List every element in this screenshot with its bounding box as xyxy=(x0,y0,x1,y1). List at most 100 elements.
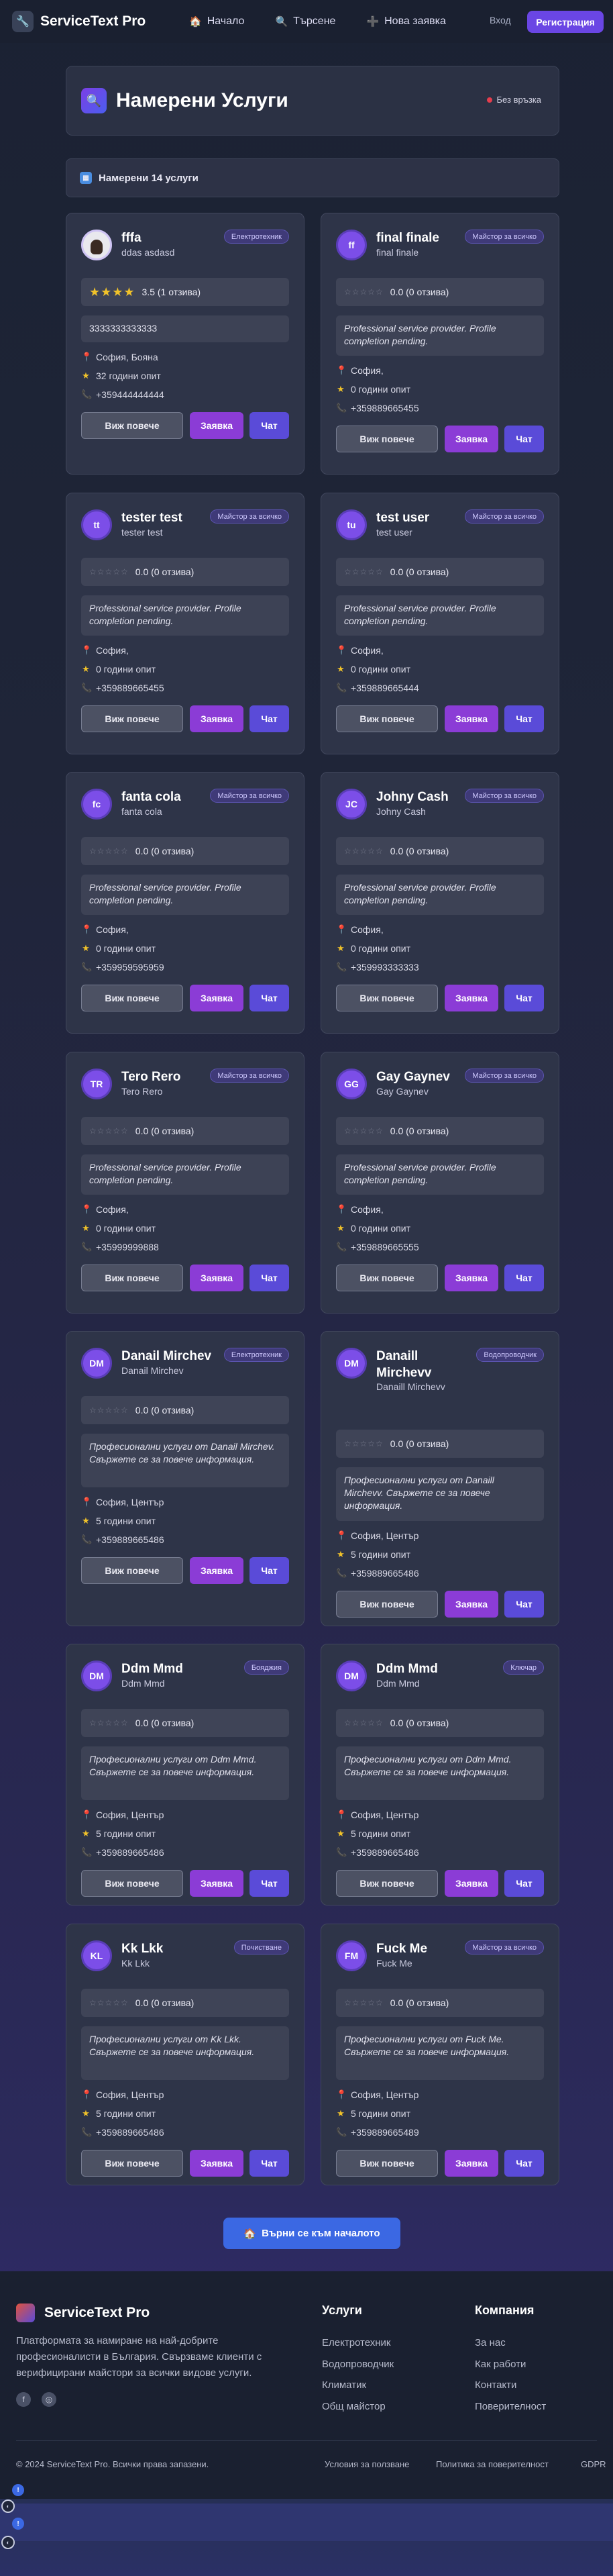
provider-name[interactable]: Tero Rero xyxy=(121,1069,215,1085)
chat-button[interactable]: Чат xyxy=(504,1591,544,1618)
provider-name[interactable]: Fuck Me xyxy=(376,1940,470,1957)
phone-text[interactable]: +359889665455 xyxy=(351,403,419,413)
instagram-icon[interactable]: ◎ xyxy=(42,2392,56,2407)
provider-name[interactable]: fffa xyxy=(121,230,215,246)
request-button[interactable]: Заявка xyxy=(445,1265,498,1291)
chat-button[interactable]: Чат xyxy=(504,1870,544,1897)
notification-badge[interactable]: ! xyxy=(12,2518,24,2530)
chat-button[interactable]: Чат xyxy=(504,2150,544,2177)
view-more-button[interactable]: Виж повече xyxy=(336,1870,438,1897)
chat-button[interactable]: Чат xyxy=(504,426,544,452)
footer-link-company[interactable]: Контакти xyxy=(475,2379,516,2391)
provider-name[interactable]: fanta cola xyxy=(121,789,215,805)
phone-text[interactable]: +359889665555 xyxy=(351,1242,419,1252)
footer-link-service[interactable]: Общ майстор xyxy=(322,2401,386,2412)
request-button[interactable]: Заявка xyxy=(190,985,243,1011)
login-link[interactable]: Вход xyxy=(490,15,511,26)
provider-name[interactable]: Ddm Mmd xyxy=(376,1661,470,1677)
view-more-button[interactable]: Виж повече xyxy=(336,705,438,732)
brand-name[interactable]: ServiceText Pro xyxy=(40,13,146,30)
request-button[interactable]: Заявка xyxy=(445,2150,498,2177)
chat-button[interactable]: Чат xyxy=(249,1557,289,1584)
chat-widget-icon[interactable]: ◐ xyxy=(1,2499,15,2513)
footer-link-privacy[interactable]: Политика за поверителност xyxy=(436,2459,549,2469)
view-more-button[interactable]: Виж повече xyxy=(81,2150,183,2177)
request-button[interactable]: Заявка xyxy=(445,426,498,452)
phone-text[interactable]: +359889665444 xyxy=(351,683,419,693)
chat-button[interactable]: Чат xyxy=(504,985,544,1011)
footer-link-company[interactable]: Как работи xyxy=(475,2359,526,2370)
phone-text[interactable]: +359889665486 xyxy=(96,1847,164,1858)
rating-stars-icon: ☆☆☆☆☆ xyxy=(344,1439,384,1448)
provider-name[interactable]: Danail Mirchev xyxy=(121,1348,215,1365)
request-button[interactable]: Заявка xyxy=(190,412,243,439)
request-button[interactable]: Заявка xyxy=(190,1265,243,1291)
view-more-button[interactable]: Виж повече xyxy=(81,985,183,1011)
footer-link-gdpr[interactable]: GDPR xyxy=(581,2459,606,2469)
star-icon: ★ xyxy=(337,943,345,953)
provider-name[interactable]: Kk Lkk xyxy=(121,1940,215,1957)
view-more-button[interactable]: Виж повече xyxy=(336,1265,438,1291)
view-more-button[interactable]: Виж повече xyxy=(336,2150,438,2177)
phone-text[interactable]: +359889665486 xyxy=(96,1534,164,1545)
chat-button[interactable]: Чат xyxy=(249,705,289,732)
view-more-button[interactable]: Виж повече xyxy=(336,1591,438,1618)
back-to-home-button[interactable]: 🏠 Върни се към началото xyxy=(223,2218,400,2249)
chat-button[interactable]: Чат xyxy=(249,1870,289,1897)
phone-text[interactable]: +359889665489 xyxy=(351,2127,419,2138)
phone-text[interactable]: +359959595959 xyxy=(96,962,164,973)
phone-text[interactable]: +359889665486 xyxy=(351,1847,419,1858)
view-more-button[interactable]: Виж повече xyxy=(336,426,438,452)
view-more-button[interactable]: Виж повече xyxy=(81,412,183,439)
provider-name[interactable]: test user xyxy=(376,509,470,526)
footer-link-company[interactable]: Поверителност xyxy=(475,2401,546,2412)
nav-link-search[interactable]: 🔍 Търсене xyxy=(275,15,335,28)
request-button[interactable]: Заявка xyxy=(190,1870,243,1897)
footer-link-company[interactable]: За нас xyxy=(475,2337,506,2348)
phone-icon: 📞 xyxy=(336,1568,347,1578)
category-badge: Майстор за всичко xyxy=(210,509,289,524)
footer-link-service[interactable]: Климатик xyxy=(322,2379,366,2391)
request-button[interactable]: Заявка xyxy=(445,985,498,1011)
chat-button[interactable]: Чат xyxy=(504,705,544,732)
chat-button[interactable]: Чат xyxy=(504,1265,544,1291)
location-text: София, xyxy=(96,645,129,656)
request-button[interactable]: Заявка xyxy=(190,2150,243,2177)
view-more-button[interactable]: Виж повече xyxy=(81,1265,183,1291)
chat-button[interactable]: Чат xyxy=(249,1265,289,1291)
facebook-icon[interactable]: f xyxy=(16,2392,31,2407)
phone-text[interactable]: +359889665486 xyxy=(351,1568,419,1579)
view-more-button[interactable]: Виж повече xyxy=(81,1557,183,1584)
phone-text[interactable]: +359993333333 xyxy=(351,962,419,973)
provider-name[interactable]: Gay Gaynev xyxy=(376,1069,470,1085)
chat-button[interactable]: Чат xyxy=(249,985,289,1011)
provider-name[interactable]: Johny Cash xyxy=(376,789,470,805)
brand-logo-icon[interactable]: 🔧 xyxy=(12,11,34,32)
nav-link-home[interactable]: 🏠 Начало xyxy=(189,15,244,28)
provider-name[interactable]: Ddm Mmd xyxy=(121,1661,215,1677)
phone-text[interactable]: +359444444444 xyxy=(96,389,164,400)
view-more-button[interactable]: Виж повече xyxy=(81,1870,183,1897)
request-button[interactable]: Заявка xyxy=(190,1557,243,1584)
provider-name[interactable]: Danaill Mirchevv xyxy=(376,1348,470,1381)
request-button[interactable]: Заявка xyxy=(445,1870,498,1897)
footer-link-service[interactable]: Електротехник xyxy=(322,2337,391,2348)
request-button[interactable]: Заявка xyxy=(190,705,243,732)
accessibility-icon[interactable]: ◐ xyxy=(1,2536,15,2549)
register-button[interactable]: Регистрация xyxy=(527,11,604,33)
phone-text[interactable]: +35999999888 xyxy=(96,1242,159,1252)
chat-button[interactable]: Чат xyxy=(249,2150,289,2177)
view-more-button[interactable]: Виж повече xyxy=(81,705,183,732)
nav-link-new-request[interactable]: ➕ Нова заявка xyxy=(366,15,445,28)
phone-text[interactable]: +359889665486 xyxy=(96,2127,164,2138)
footer-link-terms[interactable]: Условия за ползване xyxy=(325,2459,409,2469)
chat-button[interactable]: Чат xyxy=(249,412,289,439)
request-button[interactable]: Заявка xyxy=(445,1591,498,1618)
phone-text[interactable]: +359889665455 xyxy=(96,683,164,693)
request-button[interactable]: Заявка xyxy=(445,705,498,732)
footer-link-service[interactable]: Водопроводчик xyxy=(322,2359,394,2370)
provider-name[interactable]: tester test xyxy=(121,509,215,526)
view-more-button[interactable]: Виж повече xyxy=(336,985,438,1011)
provider-name[interactable]: final finale xyxy=(376,230,470,246)
notification-badge[interactable]: ! xyxy=(12,2484,24,2496)
